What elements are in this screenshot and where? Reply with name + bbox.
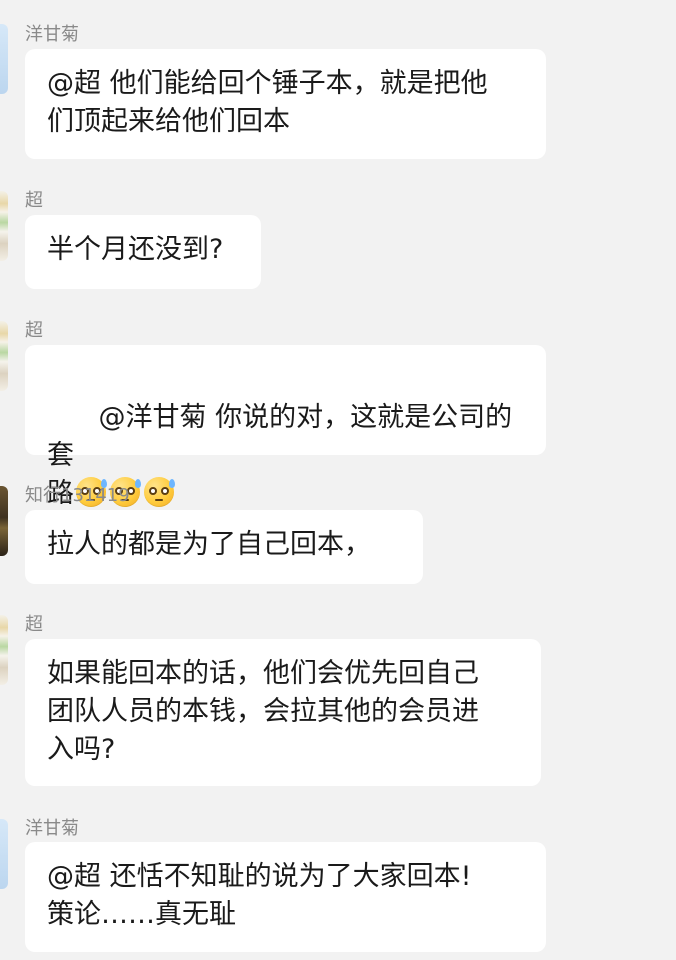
message-bubble[interactable]: @洋甘菊 你说的对，这就是公司的套 路: [25, 345, 546, 509]
sender-avatar[interactable]: [0, 321, 8, 391]
message-bubble[interactable]: @超 他们能给回个锤子本，就是把他 们顶起来给他们回本: [25, 49, 546, 159]
sweat-face-icon: [144, 477, 175, 507]
sender-avatar[interactable]: [0, 24, 8, 94]
sender-name: 知行131419: [25, 485, 130, 506]
message-bubble[interactable]: 如果能回本的话，他们会优先回自己 团队人员的本钱，会拉其他的会员进 入吗?: [25, 639, 541, 786]
sender-avatar[interactable]: [0, 486, 8, 556]
sender-avatar[interactable]: [0, 615, 8, 685]
chat-message-list: 洋甘菊 @超 他们能给回个锤子本，就是把他 们顶起来给他们回本 超 半个月还没到…: [0, 0, 676, 960]
sender-name: 超: [25, 320, 43, 341]
sender-name: 洋甘菊: [25, 24, 79, 45]
sender-avatar[interactable]: [0, 819, 8, 889]
message-bubble[interactable]: 半个月还没到?: [25, 215, 261, 289]
message-bubble[interactable]: 拉人的都是为了自己回本，: [25, 510, 423, 584]
sender-avatar[interactable]: [0, 191, 8, 261]
sender-name: 超: [25, 614, 43, 635]
sender-name: 洋甘菊: [25, 818, 79, 839]
sender-name: 超: [25, 190, 43, 211]
message-bubble[interactable]: @超 还恬不知耻的说为了大家回本! 策论……真无耻: [25, 842, 546, 952]
